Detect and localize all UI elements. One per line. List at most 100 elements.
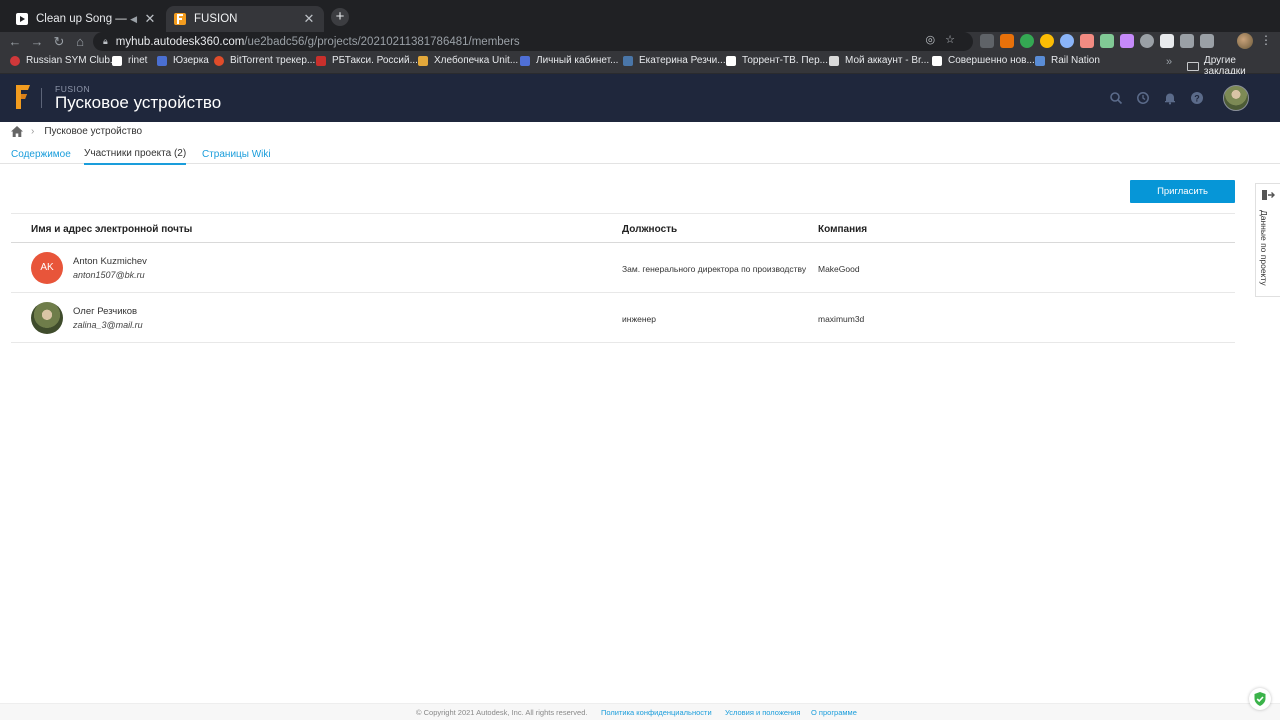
tab-wiki[interactable]: Страницы Wiki xyxy=(202,149,271,160)
bookmark-item[interactable]: Совершенно нов... xyxy=(932,55,1035,66)
browser-tab-strip: Clean up Song — Martik C ◀ ✕ FUSION ✕ + xyxy=(0,0,1280,32)
bell-icon[interactable] xyxy=(1163,91,1177,105)
bookmark-star-icon[interactable]: ◎☆ xyxy=(926,33,965,46)
extension-icon[interactable] xyxy=(1060,34,1074,48)
tab-title: FUSION xyxy=(194,13,238,25)
table-row[interactable]: AK Anton Kuzmichev anton1507@bk.ru Зам. … xyxy=(11,243,1235,293)
browser-tab-music[interactable]: Clean up Song — Martik C ◀ ✕ xyxy=(8,6,165,32)
bookmark-item[interactable]: РБТакси. Россий... xyxy=(316,55,418,66)
extension-icon[interactable] xyxy=(1000,34,1014,48)
extension-icon[interactable] xyxy=(980,34,994,48)
member-role: инженер xyxy=(622,314,657,324)
column-header-company[interactable]: Компания xyxy=(818,224,867,235)
folder-icon xyxy=(1187,61,1199,71)
tab-contents[interactable]: Содержимое xyxy=(11,149,71,160)
home-icon[interactable] xyxy=(11,126,23,137)
breadcrumb: › Пусковое устройство xyxy=(11,126,142,137)
bookmark-item[interactable]: Юзерка xyxy=(157,55,209,66)
bookmark-item[interactable]: Хлебопечка Unit... xyxy=(418,55,518,66)
bookmark-label: Екатерина Резчи... xyxy=(639,55,726,66)
bookmark-favicon-icon xyxy=(10,55,20,66)
footer: © Copyright 2021 Autodesk, Inc. All righ… xyxy=(0,703,1280,720)
column-header-name[interactable]: Имя и адрес электронной почты xyxy=(31,224,192,235)
bookmark-favicon-icon xyxy=(520,55,530,66)
extension-icon[interactable] xyxy=(1080,34,1094,48)
close-icon[interactable]: ✕ xyxy=(143,11,157,27)
more-bookmarks-icon[interactable]: » xyxy=(1166,56,1172,68)
browser-tab-fusion[interactable]: FUSION ✕ xyxy=(166,6,324,32)
tab-title: Clean up Song — Martik C xyxy=(36,13,130,25)
privacy-link[interactable]: Политика конфиденциальности xyxy=(601,708,712,717)
table-row[interactable]: Олег Резчиков zalina_3@mail.ru инженер m… xyxy=(11,293,1235,343)
back-icon[interactable]: ← xyxy=(6,33,24,51)
bookmark-item[interactable]: Торрент-ТВ. Пер... xyxy=(726,55,828,66)
fusion-logo-icon xyxy=(16,85,30,109)
project-title: Пусковое устройство xyxy=(55,93,222,112)
extension-icon[interactable] xyxy=(1120,34,1134,48)
url-host: myhub.autodesk360.com xyxy=(115,35,245,48)
extension-icon[interactable] xyxy=(1040,34,1054,48)
history-icon[interactable] xyxy=(1136,91,1150,105)
bookmark-label: Хлебопечка Unit... xyxy=(434,55,519,66)
bookmark-item[interactable]: Екатерина Резчи... xyxy=(623,55,726,66)
members-table: Имя и адрес электронной почты Должность … xyxy=(11,213,1235,343)
invite-button[interactable]: Пригласить xyxy=(1130,180,1235,203)
member-email: anton1507@bk.ru xyxy=(73,270,145,280)
bookmark-item[interactable]: Rail Nation xyxy=(1035,55,1100,66)
help-icon[interactable]: ? xyxy=(1190,91,1204,105)
about-link[interactable]: О программе xyxy=(811,708,857,717)
member-company: MakeGood xyxy=(818,264,860,274)
extension-icon[interactable] xyxy=(1100,34,1114,48)
bookmark-favicon-icon xyxy=(1035,55,1045,66)
bookmark-label: Юзерка xyxy=(173,55,209,66)
extension-icon[interactable] xyxy=(1160,34,1174,48)
close-icon[interactable]: ✕ xyxy=(302,11,316,27)
bookmark-favicon-icon xyxy=(829,55,839,66)
column-header-role[interactable]: Должность xyxy=(622,224,677,235)
terms-link[interactable]: Условия и положения xyxy=(725,708,800,717)
search-icon[interactable] xyxy=(1109,91,1123,105)
browser-toolbar: ← → ↻ ⌂ 🔒︎ myhub.autodesk360.com/ue2badc… xyxy=(0,32,1280,52)
chevron-right-icon: › xyxy=(31,126,35,137)
tab-members[interactable]: Участники проекта (2) xyxy=(84,148,187,165)
new-tab-button[interactable]: + xyxy=(331,8,349,26)
audio-icon[interactable]: ◀ xyxy=(130,14,137,25)
bookmark-label: Мой аккаунт - Br... xyxy=(845,55,930,66)
profile-avatar[interactable] xyxy=(1237,33,1253,49)
app-header: FUSION Пусковое устройство ? xyxy=(0,74,1280,122)
bookmark-favicon-icon xyxy=(726,55,736,66)
bookmark-item[interactable]: Мой аккаунт - Br... xyxy=(829,55,929,66)
security-shield-icon[interactable] xyxy=(1249,688,1271,710)
bookmark-item[interactable]: rinet xyxy=(112,55,147,66)
url-path: /ue2badc56/g/projects/20210211381786481/… xyxy=(244,35,520,48)
bookmark-item[interactable]: Russian SYM Club... xyxy=(10,55,118,66)
user-avatar[interactable] xyxy=(1223,85,1249,111)
reading-list-icon[interactable] xyxy=(1200,34,1214,48)
bookmark-label: Торрент-ТВ. Пер... xyxy=(742,55,828,66)
panel-expand-icon xyxy=(1262,190,1275,200)
bookmark-favicon-icon xyxy=(418,55,428,66)
bookmark-favicon-icon xyxy=(112,55,122,66)
bookmark-item[interactable]: BitTorrent трекер... xyxy=(214,55,315,66)
bookmark-favicon-icon xyxy=(316,55,326,66)
member-role: Зам. генерального директора по производс… xyxy=(622,264,807,274)
home-icon[interactable]: ⌂ xyxy=(71,33,89,51)
extension-icon[interactable] xyxy=(1020,34,1034,48)
table-header: Имя и адрес электронной почты Должность … xyxy=(11,213,1235,243)
puzzle-icon[interactable] xyxy=(1180,34,1194,48)
bookmark-item[interactable]: Личный кабинет... xyxy=(520,55,618,66)
forward-icon[interactable]: → xyxy=(28,33,46,51)
bookmark-favicon-icon xyxy=(932,55,942,66)
fusion-favicon-icon xyxy=(174,13,186,25)
bookmark-favicon-icon xyxy=(623,55,633,66)
breadcrumb-project[interactable]: Пусковое устройство xyxy=(44,126,142,137)
avatar xyxy=(31,302,63,334)
extension-icon[interactable] xyxy=(1140,34,1154,48)
bookmark-label: РБТакси. Россий... xyxy=(332,55,418,66)
member-name: Anton Kuzmichev xyxy=(73,256,147,267)
reload-icon[interactable]: ↻ xyxy=(50,33,68,51)
project-data-panel-toggle[interactable]: Данные по проекту xyxy=(1255,183,1280,297)
member-name: Олег Резчиков xyxy=(73,306,138,317)
menu-icon[interactable]: ⋮ xyxy=(1260,33,1272,47)
address-bar[interactable]: 🔒︎ myhub.autodesk360.com/ue2badc56/g/pro… xyxy=(93,32,973,51)
